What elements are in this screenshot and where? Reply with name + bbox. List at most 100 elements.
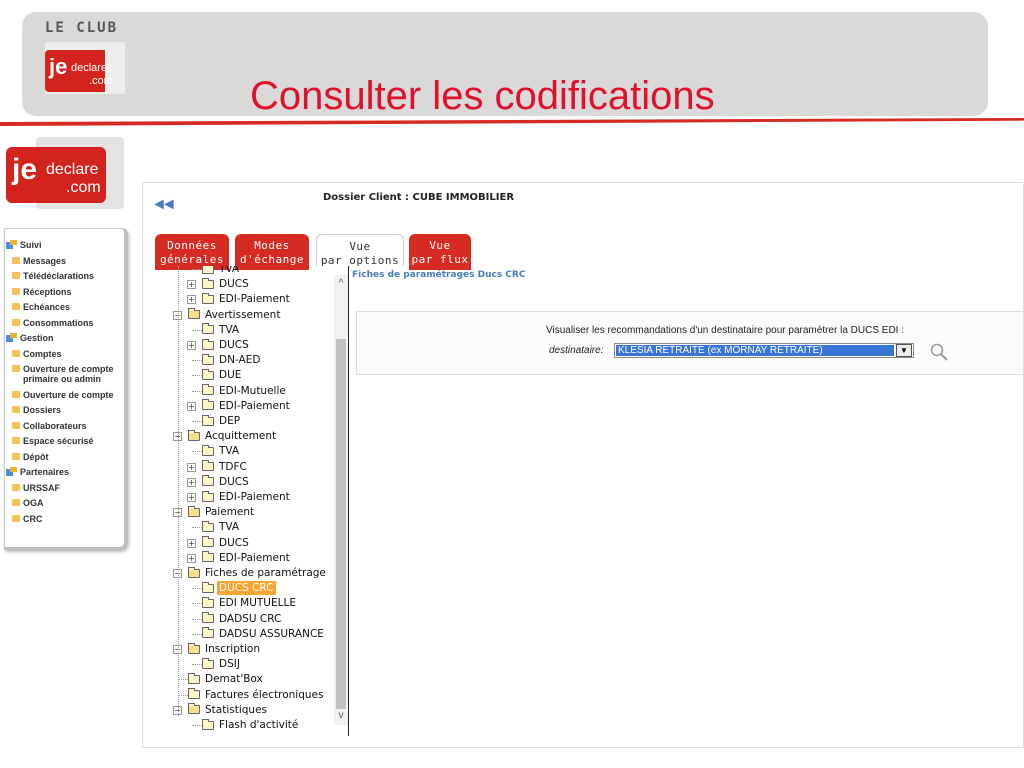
tree-node-edi-paiement[interactable]: + EDI-Paiement <box>187 490 292 504</box>
scroll-thumb[interactable] <box>336 339 346 709</box>
tree-node-tva[interactable]: TVA <box>192 323 241 337</box>
sidebar-item-ech-ances[interactable]: Echéances <box>12 302 70 312</box>
menu-bullet-icon <box>12 303 20 310</box>
tree-node-edi-paiement[interactable]: + EDI-Paiement <box>187 399 292 413</box>
tree-node-ducs[interactable]: + DUCS <box>187 536 251 550</box>
section-icon <box>6 467 17 476</box>
tab-modes-echange[interactable]: Modes d'échange <box>235 234 309 270</box>
tree-node-due[interactable]: DUE <box>192 368 243 382</box>
expand-icon[interactable]: + <box>187 341 196 350</box>
section-icon <box>6 240 17 249</box>
tree-node-flash-d-activit-[interactable]: Flash d'activité <box>192 718 300 732</box>
folder-icon <box>202 490 214 502</box>
sidebar-item-ouverture-de-compte[interactable]: Ouverture de compte primaire ou admin <box>12 364 114 384</box>
menu-bullet-icon <box>12 514 20 522</box>
tab-vue-par-options[interactable]: Vue par options <box>316 234 404 267</box>
sidebar-item-suivi[interactable]: Suivi <box>6 240 42 250</box>
jedeclare-logo[interactable]: je declare .com <box>6 137 124 209</box>
tree-node-edi-paiement[interactable]: + EDI-Paiement <box>187 551 292 565</box>
tree-node-dsij[interactable]: DSIJ <box>192 657 242 671</box>
tree-node-statistiques[interactable]: − Statistiques <box>173 703 269 717</box>
tree-node-dadsu-crc[interactable]: DADSU CRC <box>192 612 283 626</box>
search-icon[interactable] <box>929 342 949 362</box>
tree-node-paiement[interactable]: − Paiement <box>173 505 256 519</box>
le-club-label: LE CLUB <box>45 20 119 36</box>
chevron-down-icon[interactable]: ▼ <box>896 344 912 357</box>
sidebar-item-collaborateurs[interactable]: Collaborateurs <box>12 421 87 431</box>
expand-icon[interactable]: + <box>187 401 196 411</box>
folder-icon <box>188 566 200 578</box>
tree-node-dep[interactable]: DEP <box>192 414 242 428</box>
le-club-logo: LE CLUB je declare .com <box>45 20 125 100</box>
logo-je: je <box>49 54 68 79</box>
folder-icon <box>202 277 214 289</box>
tree-node-edi-mutuelle[interactable]: EDI MUTUELLE <box>192 596 298 610</box>
sidebar-item-espace-s-curis-[interactable]: Espace sécurisé <box>12 436 94 446</box>
tree-node-tdfc[interactable]: + TDFC <box>187 460 249 474</box>
sidebar-item-t-l-d-clarations[interactable]: Télédéclarations <box>12 271 94 281</box>
tab-donnees-generales[interactable]: Données générales <box>155 234 229 270</box>
folder-icon <box>202 657 214 669</box>
expand-icon[interactable]: + <box>187 538 196 548</box>
folder-icon <box>202 536 214 548</box>
tree-node-factures-lectroniques[interactable]: Factures électroniques <box>178 688 325 702</box>
menu-bullet-icon <box>12 499 20 506</box>
tree-node-ducs[interactable]: + DUCS <box>187 277 251 291</box>
tab-vue-par-flux[interactable]: Vue par flux <box>409 234 471 270</box>
scroll-up-icon[interactable]: ^ <box>334 277 348 291</box>
sidebar-item-d-p-t[interactable]: Dépôt <box>12 452 49 462</box>
sidebar-item-r-ceptions[interactable]: Réceptions <box>12 287 72 297</box>
menu-bullet-icon <box>12 390 20 398</box>
expand-icon[interactable]: + <box>187 295 196 305</box>
menu-bullet-icon <box>12 437 20 444</box>
sidebar-item-urssaf[interactable]: URSSAF <box>12 483 60 493</box>
expand-icon[interactable]: + <box>187 462 196 472</box>
sidebar-item-crc[interactable]: CRC <box>12 514 43 524</box>
destinataire-select[interactable]: KLESIA RETRAITE (ex MORNAY RETRAITE) ▼ <box>614 343 914 358</box>
folder-icon <box>202 368 214 380</box>
tree-node-tva[interactable]: TVA <box>192 520 241 534</box>
sidebar-item-ouverture-de-compte[interactable]: Ouverture de compte <box>12 390 114 400</box>
expand-icon[interactable]: + <box>187 553 196 563</box>
sidebar-item-gestion[interactable]: Gestion <box>6 333 54 343</box>
tree-node-ducs-crc[interactable]: DUCS CRC <box>192 581 276 596</box>
tree-node-ducs[interactable]: + DUCS <box>187 338 251 352</box>
menu-bullet-icon <box>12 365 20 372</box>
sidebar-item-oga[interactable]: OGA <box>12 498 44 508</box>
tree-node-ducs[interactable]: + DUCS <box>187 475 251 489</box>
tree-node-tva[interactable]: TVA <box>192 266 241 276</box>
sidebar-item-dossiers[interactable]: Dossiers <box>12 405 61 415</box>
expand-icon[interactable]: + <box>187 280 196 290</box>
tree-node-fiches-de-param-trage[interactable]: − Fiches de paramétrage <box>173 566 328 580</box>
back-arrow-icon[interactable]: ◄◄ <box>151 196 177 214</box>
folder-icon <box>202 444 214 456</box>
dossier-client-label: Dossier Client : CUBE IMMOBILIER <box>323 192 515 203</box>
tree-node-inscription[interactable]: − Inscription <box>173 642 262 656</box>
menu-bullet-icon <box>12 318 20 326</box>
sidebar-item-partenaires[interactable]: Partenaires <box>6 467 69 477</box>
folder-icon <box>202 596 214 608</box>
tree-node-tva[interactable]: TVA <box>192 444 241 458</box>
folder-icon <box>202 384 214 396</box>
sidebar-item-consommations[interactable]: Consommations <box>12 318 94 328</box>
menu-bullet-icon <box>12 406 20 413</box>
tree-node-dn-aed[interactable]: DN-AED <box>192 353 262 367</box>
scroll-down-icon[interactable]: v <box>334 709 348 723</box>
folder-icon <box>202 581 214 593</box>
expand-icon[interactable]: + <box>187 493 196 502</box>
folder-icon <box>202 460 214 472</box>
tree-node-acquittement[interactable]: − Acquittement <box>173 429 278 443</box>
tree-scrollbar[interactable]: ^ v <box>334 275 348 725</box>
sidebar-item-messages[interactable]: Messages <box>12 256 66 266</box>
expand-icon[interactable]: + <box>187 477 196 487</box>
tree-node-avertissement[interactable]: − Avertissement <box>173 308 282 322</box>
tree-node-demat-box[interactable]: Demat'Box <box>178 672 265 686</box>
tree-node-edi-mutuelle[interactable]: EDI-Mutuelle <box>192 384 288 398</box>
tree-panel: TVA + DUCS + EDI-Paiement − Avertissement TVA + D… <box>170 266 349 736</box>
sidebar-item-comptes[interactable]: Comptes <box>12 349 62 359</box>
tree-node-edi-paiement[interactable]: + EDI-Paiement <box>187 292 292 306</box>
logo-com: .com <box>89 75 113 87</box>
folder-icon <box>202 266 214 274</box>
folder-icon <box>202 338 214 350</box>
tree-node-dadsu-assurance[interactable]: DADSU ASSURANCE <box>192 627 326 641</box>
